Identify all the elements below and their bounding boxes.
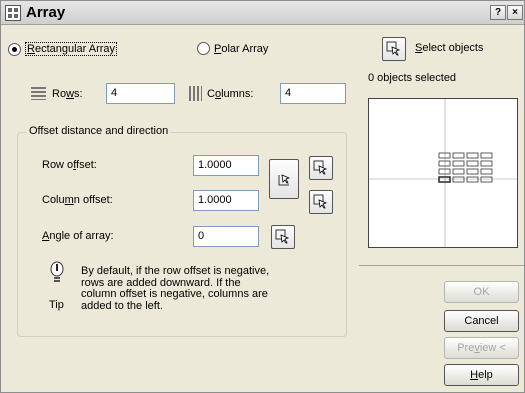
preview-array-cell xyxy=(438,160,451,167)
preview-array-cell xyxy=(480,168,493,175)
separator xyxy=(359,265,524,266)
preview-array-cell xyxy=(452,152,465,159)
angle-label: Angle of array: xyxy=(42,230,114,242)
pick-row-offset-icon xyxy=(313,160,328,175)
pick-both-offsets-button[interactable] xyxy=(269,159,299,199)
row-offset-input[interactable]: 1.0000 xyxy=(193,155,259,176)
columns-input[interactable]: 4 xyxy=(280,83,346,104)
preview-array-cell xyxy=(438,152,451,159)
polar-array-radio[interactable]: Polar Array xyxy=(197,42,268,55)
rectangular-array-radio[interactable]: Rectangular Array xyxy=(8,42,118,56)
pick-row-offset-button[interactable] xyxy=(309,156,333,180)
title-bar: Array ? × xyxy=(1,1,524,25)
array-preview-drawing xyxy=(369,99,517,247)
array-dialog: Array ? × Rectangular Array Polar Array … xyxy=(0,0,525,393)
preview-array-cell xyxy=(480,152,493,159)
dialog-title: Array xyxy=(26,4,66,21)
row-offset-label: Row offset: xyxy=(42,159,97,171)
column-offset-label: Column offset: xyxy=(42,194,113,206)
ok-button[interactable]: OK xyxy=(444,281,519,303)
rows-input[interactable]: 4 xyxy=(106,83,175,104)
tip-line: By default, if the row offset is negativ… xyxy=(81,265,270,277)
pick-angle-icon xyxy=(275,229,290,244)
column-offset-input[interactable]: 1.0000 xyxy=(193,190,259,211)
tip-caption: Tip xyxy=(49,299,64,311)
preview-array-cell xyxy=(438,168,451,175)
help-title-button[interactable]: ? xyxy=(490,5,506,20)
pick-cursor-icon xyxy=(386,41,401,56)
preview-array-cell xyxy=(466,176,479,183)
radio-indicator-checked xyxy=(8,42,21,56)
preview-array-cell xyxy=(452,168,465,175)
pick-column-offset-button[interactable] xyxy=(309,190,333,214)
preview-array-cell xyxy=(480,176,493,183)
preview-array-cell xyxy=(466,160,479,167)
select-objects-label[interactable]: Select objects xyxy=(415,42,484,54)
pick-both-offsets-icon xyxy=(278,174,291,186)
cancel-button[interactable]: Cancel xyxy=(444,310,519,332)
array-preview-pane xyxy=(368,98,518,248)
angle-input[interactable]: 0 xyxy=(193,226,259,247)
rows-icon xyxy=(31,87,46,100)
preview-array-cell xyxy=(466,152,479,159)
tip-line: column offset is negative, columns are xyxy=(81,288,268,300)
preview-array-cell xyxy=(438,176,451,183)
close-button[interactable]: × xyxy=(507,5,523,20)
select-objects-button[interactable] xyxy=(382,37,406,61)
lightbulb-icon xyxy=(50,261,64,282)
tip-line: added to the left. xyxy=(81,299,163,312)
columns-icon xyxy=(189,86,202,101)
rows-label: Rows: xyxy=(52,88,83,100)
help-button[interactable]: Help xyxy=(444,364,519,386)
radio-indicator xyxy=(197,42,210,55)
offset-group-title: Offset distance and direction xyxy=(26,125,172,137)
rectangular-array-label: Rectangular Array xyxy=(25,42,118,56)
polar-array-label: Polar Array xyxy=(214,42,269,55)
preview-array-cell xyxy=(452,160,465,167)
preview-array-cell xyxy=(452,176,465,183)
array-app-icon xyxy=(5,5,21,21)
preview-array-cell xyxy=(466,168,479,175)
pick-angle-button[interactable] xyxy=(271,225,295,249)
pick-column-offset-icon xyxy=(313,194,328,209)
preview-array-cell xyxy=(480,160,493,167)
tip-text: By default, if the row offset is negativ… xyxy=(81,265,270,312)
columns-label: Columns: xyxy=(207,88,254,100)
preview-button[interactable]: Preview < xyxy=(444,337,519,359)
objects-selected-status: 0 objects selected xyxy=(368,72,457,84)
